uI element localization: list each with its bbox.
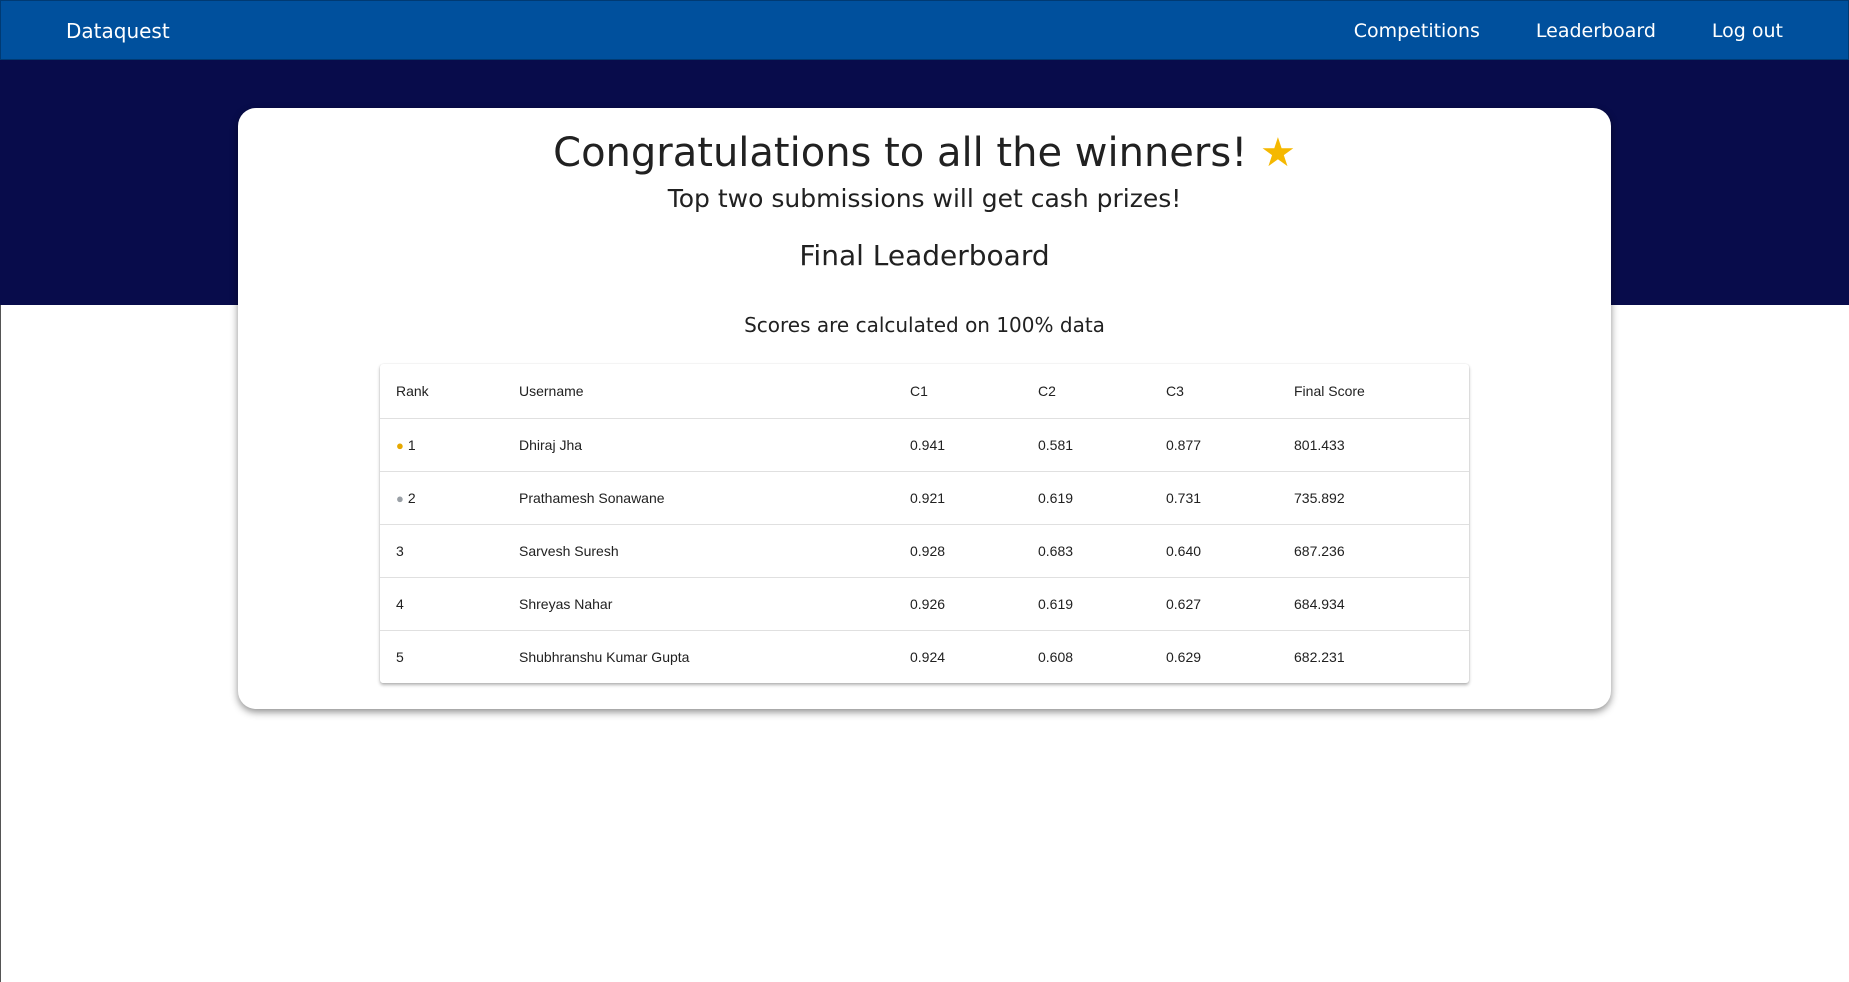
c3-cell: 0.731 (1150, 471, 1278, 525)
username-cell: Shubhranshu Kumar Gupta (519, 649, 690, 665)
username-cell: Prathamesh Sonawane (503, 471, 894, 525)
table-row: 5 Shubhranshu Kumar Gupta 0.924 0.608 0.… (380, 631, 1469, 684)
scores-note: Scores are calculated on 100% data (744, 313, 1105, 337)
leaderboard-table: Rank Username C1 C2 C3 Final Score ● 1 Dh… (380, 364, 1469, 683)
gold-medal-icon: ● (396, 438, 404, 453)
leaderboard-table-container: Rank Username C1 C2 C3 Final Score ● 1 Dh… (380, 364, 1469, 683)
page-edge-divider (0, 305, 1, 982)
rank-cell: ● 2 (380, 471, 503, 525)
rank-value: 2 (407, 490, 416, 506)
final-score-cell: 801.433 (1278, 418, 1469, 472)
column-header-c1: C1 (894, 364, 1022, 419)
username-cell: Sarvesh Suresh (503, 524, 894, 578)
leaderboard-heading: Final Leaderboard (799, 239, 1050, 272)
final-score-cell: 735.892 (1278, 471, 1469, 525)
rank-value: 1 (407, 437, 416, 453)
nav-logout-link[interactable]: Log out (1712, 1, 1783, 61)
rank-cell: 4 (380, 577, 503, 631)
c1-cell: 0.941 (894, 418, 1022, 472)
page-title: Congratulations to all the winners! ★ (0, 130, 1849, 176)
final-score-cell: 682.231 (1294, 649, 1345, 665)
c2-cell: 0.581 (1022, 418, 1150, 472)
c3-cell: 0.640 (1150, 524, 1278, 578)
c3-cell: 0.627 (1150, 577, 1278, 631)
c1-cell: 0.926 (894, 577, 1022, 631)
final-score-cell: 687.236 (1278, 524, 1469, 578)
rank-cell: 5 (396, 649, 404, 665)
username-cell: Dhiraj Jha (503, 418, 894, 472)
column-header-rank: Rank (380, 364, 503, 419)
silver-medal-icon: ● (396, 491, 404, 506)
page-subtitle: Top two submissions will get cash prizes… (667, 184, 1182, 213)
column-header-username: Username (503, 364, 894, 419)
rank-cell: 3 (380, 524, 503, 578)
nav-links: Competitions Leaderboard Log out (1298, 1, 1783, 61)
c2-cell: 0.608 (1038, 649, 1074, 665)
c1-cell: 0.924 (910, 649, 946, 665)
table-row: ● 2 Prathamesh Sonawane 0.921 0.619 0.731… (380, 471, 1469, 525)
table-row: 3 Sarvesh Suresh 0.928 0.683 0.640 687.2… (380, 524, 1469, 578)
table-row: ● 1 Dhiraj Jha 0.941 0.581 0.877 801.433 (380, 418, 1469, 472)
nav-leaderboard-link[interactable]: Leaderboard (1536, 1, 1656, 61)
column-header-c2: C2 (1022, 364, 1150, 419)
rank-cell: ● 1 (380, 418, 503, 472)
c1-cell: 0.921 (894, 471, 1022, 525)
nav-competitions-link[interactable]: Competitions (1354, 1, 1480, 61)
c2-cell: 0.619 (1022, 471, 1150, 525)
page-title-text: Congratulations to all the winners! (553, 130, 1248, 176)
username-cell: Shreyas Nahar (503, 577, 894, 631)
column-header-c3: C3 (1150, 364, 1278, 419)
c2-cell: 0.683 (1022, 524, 1150, 578)
brand-link[interactable]: Dataquest (66, 1, 170, 61)
table-row: 4 Shreyas Nahar 0.926 0.619 0.627 684.93… (380, 577, 1469, 631)
c3-cell: 0.877 (1150, 418, 1278, 472)
star-icon: ★ (1259, 130, 1296, 176)
c2-cell: 0.619 (1022, 577, 1150, 631)
table-header-row: Rank Username C1 C2 C3 Final Score (380, 364, 1469, 419)
top-navbar: Dataquest Competitions Leaderboard Log o… (0, 0, 1849, 60)
final-score-cell: 684.934 (1278, 577, 1469, 631)
c3-cell: 0.629 (1166, 649, 1202, 665)
column-header-final-score: Final Score (1278, 364, 1469, 419)
c1-cell: 0.928 (894, 524, 1022, 578)
